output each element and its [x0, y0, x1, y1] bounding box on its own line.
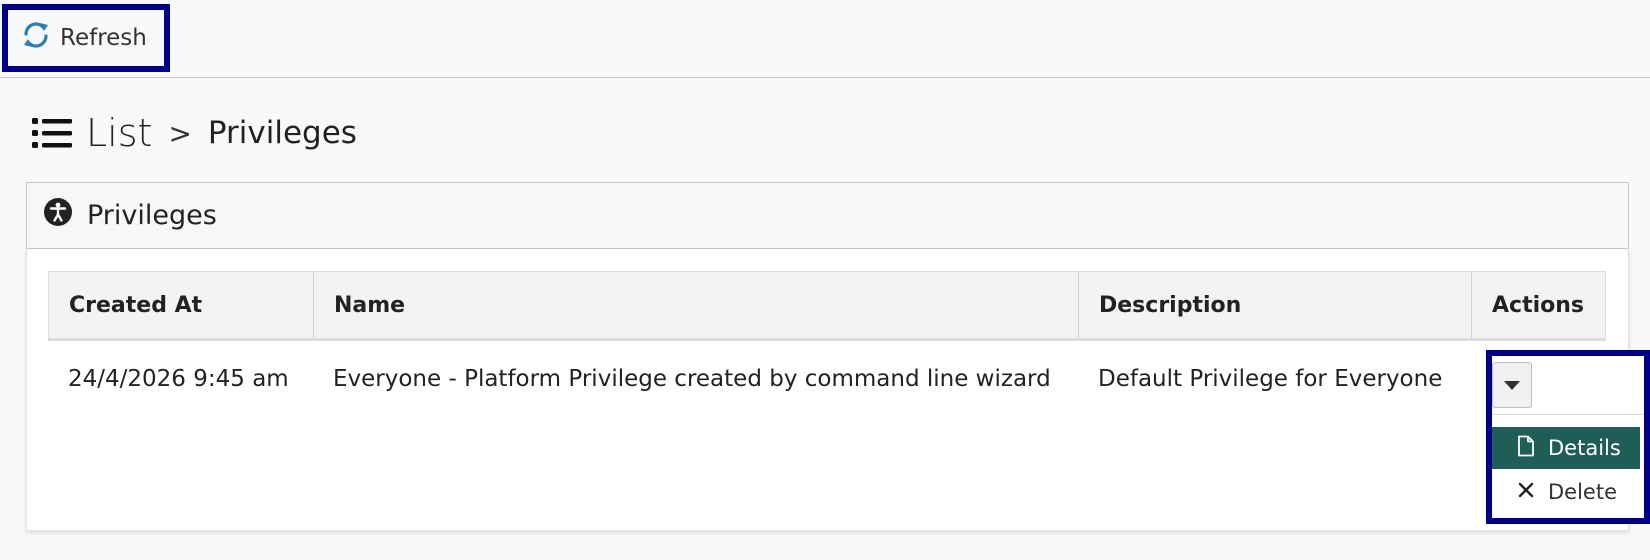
actions-menu: Details Delete — [1492, 414, 1644, 518]
breadcrumb-list[interactable]: List — [86, 111, 152, 155]
cell-created-at: 24/4/2026 9:45 am — [68, 366, 289, 392]
column-header-name[interactable]: Name — [314, 272, 1079, 338]
caret-down-icon — [1504, 380, 1520, 390]
table-row: 24/4/2026 9:45 am Everyone - Platform Pr… — [48, 341, 1606, 451]
actions-dropdown: Details Delete — [1486, 350, 1650, 524]
refresh-label: Refresh — [60, 25, 147, 51]
page-heading: List > Privileges — [32, 106, 357, 160]
details-menu-item[interactable]: Details — [1492, 427, 1640, 469]
close-icon — [1516, 479, 1536, 506]
page-title: Privileges — [207, 115, 357, 151]
panel-title: Privileges — [87, 200, 217, 231]
delete-label: Delete — [1548, 480, 1617, 504]
column-header-actions: Actions — [1492, 292, 1584, 318]
panel-header: Privileges — [26, 182, 1629, 249]
refresh-button[interactable]: Refresh — [2, 4, 170, 72]
cell-name: Everyone - Platform Privilege created by… — [333, 366, 1051, 392]
cell-description: Default Privilege for Everyone — [1098, 366, 1443, 392]
table-header: Created At Name Description Actions — [48, 271, 1606, 341]
column-header-description[interactable]: Description — [1079, 272, 1472, 338]
file-icon — [1516, 435, 1536, 462]
toolbar: Refresh — [0, 0, 1650, 78]
details-label: Details — [1548, 436, 1621, 460]
accessibility-icon — [43, 197, 73, 234]
refresh-icon — [20, 19, 52, 57]
breadcrumb-separator: > — [168, 116, 192, 150]
actions-dropdown-toggle[interactable] — [1492, 362, 1532, 408]
column-header-created-at[interactable]: Created At — [49, 272, 314, 338]
delete-menu-item[interactable]: Delete — [1492, 471, 1640, 513]
list-icon — [32, 115, 72, 151]
